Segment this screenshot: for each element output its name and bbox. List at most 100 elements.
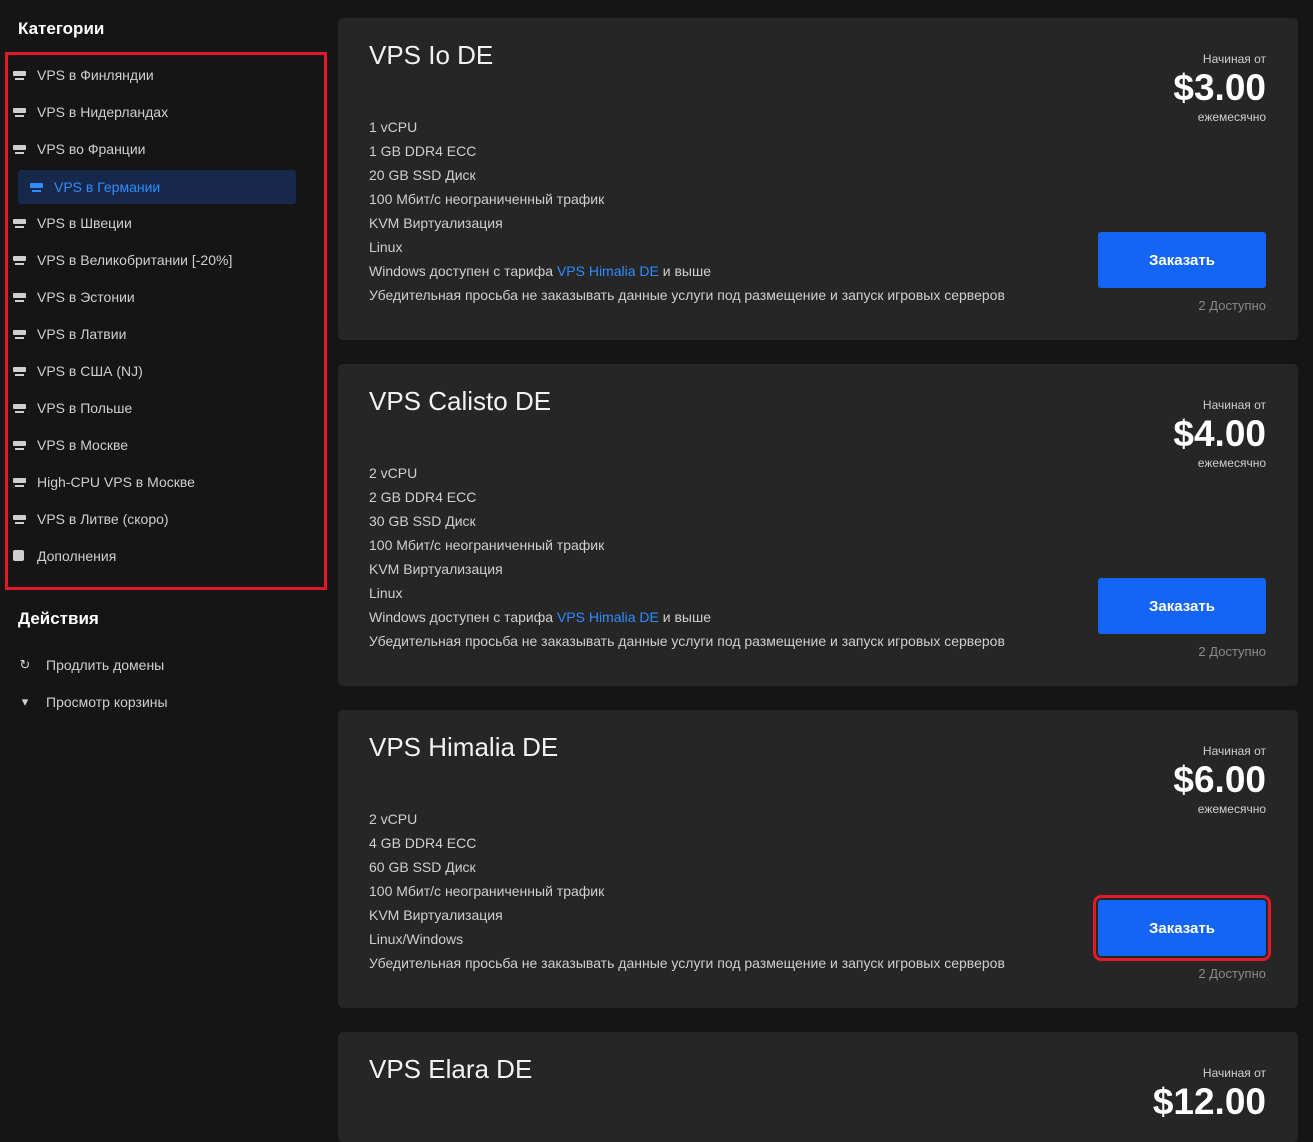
sidebar-item-germany[interactable]: VPS в Германии [18,170,296,204]
box-icon [13,548,27,564]
product-card: VPS Calisto DE 2 vCPU 2 GB DDR4 ECC 30 G… [338,364,1298,686]
product-title: VPS Himalia DE [369,732,559,762]
product-card: VPS Himalia DE 2 vCPU 4 GB DDR4 ECC 60 G… [338,710,1298,1008]
sidebar-item-finland[interactable]: VPS в Финляндии [13,58,291,92]
feature-item: Linux [369,585,403,601]
availability-label: 2 Доступно [1198,644,1266,659]
sidebar-item-label: VPS в Эстонии [37,289,135,305]
sidebar-item-moscow[interactable]: VPS в Москве [13,428,291,462]
product-title: VPS Calisto DE [369,386,552,416]
order-button[interactable]: Заказать [1098,232,1266,288]
feature-note: Убедительная просьба не заказывать данны… [369,287,1005,303]
sidebar-item-uk[interactable]: VPS в Великобритании [-20%] [13,243,291,277]
feature-item: 2 GB DDR4 ECC [369,489,477,505]
product-card: VPS Io DE 1 vCPU 1 GB DDR4 ECC 20 GB SSD… [338,18,1298,340]
feature-note: Убедительная просьба не заказывать данны… [369,955,1005,971]
product-features: 2 vCPU 2 GB DDR4 ECC 30 GB SSD Диск 100 … [369,461,1005,653]
sidebar-item-usa[interactable]: VPS в США (NJ) [13,354,291,388]
server-icon [13,326,27,342]
price-from-label: Начиная от [1202,1066,1266,1080]
price-from-label: Начиная от [1202,398,1266,412]
order-button[interactable]: Заказать [1093,895,1271,961]
cart-icon: ▾ [21,694,29,709]
server-icon [13,67,27,83]
windows-tariff-link[interactable]: VPS Himalia DE [557,263,659,279]
price-box: Начиная от $6.00 ежемесячно [1173,743,1266,817]
server-icon [13,474,27,490]
order-button[interactable]: Заказать [1098,578,1266,634]
sidebar-item-label: Дополнения [37,548,117,564]
price-period: ежемесячно [1197,110,1266,124]
price-box: Начиная от $3.00 ежемесячно [1173,51,1266,125]
feature-note: Убедительная просьба не заказывать данны… [369,633,1005,649]
product-features: 1 vCPU 1 GB DDR4 ECC 20 GB SSD Диск 100 … [369,115,1005,307]
availability-label: 2 Доступно [1198,298,1266,313]
sidebar-item-netherlands[interactable]: VPS в Нидерландах [13,95,291,129]
price-period: ежемесячно [1197,456,1266,470]
price-period: ежемесячно [1197,802,1266,816]
feature-item: Linux/Windows [369,931,464,947]
sidebar-item-label: VPS в Великобритании [-20%] [37,252,233,268]
sidebar-item-latvia[interactable]: VPS в Латвии [13,317,291,351]
price-value: $6.00 [1173,759,1266,800]
availability-label: 2 Доступно [1198,966,1266,981]
sidebar-item-highcpu-moscow[interactable]: High-CPU VPS в Москве [13,465,291,499]
action-label: Просмотр корзины [46,694,168,710]
feature-item: 100 Мбит/с неограниченный трафик [369,537,605,553]
windows-tariff-link[interactable]: VPS Himalia DE [557,609,659,625]
server-icon [13,363,27,379]
feature-item: 2 vCPU [369,811,418,827]
feature-item: 30 GB SSD Диск [369,513,476,529]
feature-item: KVM Виртуализация [369,215,503,231]
sidebar: Категории VPS в Финляндии VPS в Нидерлан… [0,0,330,1131]
server-icon [13,437,27,453]
sidebar-item-label: VPS в Литве (скоро) [37,511,169,527]
feature-item-windows: Windows доступен с тарифа VPS Himalia DE… [369,609,711,625]
sidebar-item-label: High-CPU VPS в Москве [37,474,195,490]
product-card: VPS Elara DE Начиная от $12.00 [338,1032,1298,1142]
feature-item: 1 GB DDR4 ECC [369,143,477,159]
feature-item: 20 GB SSD Диск [369,167,476,183]
product-title: VPS Elara DE [369,1054,533,1084]
server-icon [13,215,27,231]
price-box: Начиная от $12.00 [1153,1065,1266,1123]
server-icon [13,104,27,120]
server-icon [30,179,44,195]
price-from-label: Начиная от [1202,744,1266,758]
sidebar-item-estonia[interactable]: VPS в Эстонии [13,280,291,314]
sidebar-item-poland[interactable]: VPS в Польше [13,391,291,425]
actions-title: Действия [18,609,99,628]
feature-item: KVM Виртуализация [369,561,503,577]
sidebar-item-lithuania[interactable]: VPS в Литве (скоро) [13,502,291,536]
feature-item: 2 vCPU [369,465,418,481]
price-from-label: Начиная от [1202,52,1266,66]
sidebar-item-sweden[interactable]: VPS в Швеции [13,206,291,240]
price-box: Начиная от $4.00 ежемесячно [1173,397,1266,471]
sidebar-item-label: VPS в США (NJ) [37,363,143,379]
sidebar-item-label: VPS в Латвии [37,326,127,342]
sidebar-item-addons[interactable]: Дополнения [13,539,291,573]
feature-item: 60 GB SSD Диск [369,859,476,875]
server-icon [13,141,27,157]
view-cart-link[interactable]: ▾ Просмотр корзины [18,687,168,717]
feature-item-windows: Windows доступен с тарифа VPS Himalia DE… [369,263,711,279]
categories-title: Категории [18,19,105,38]
renew-domains-link[interactable]: ↻ Продлить домены [18,650,165,680]
feature-item: 100 Мбит/с неограниченный трафик [369,191,605,207]
price-value: $3.00 [1173,67,1266,108]
price-value: $12.00 [1152,1081,1266,1122]
feature-item: 100 Мбит/с неограниченный трафик [369,883,605,899]
feature-item: 4 GB DDR4 ECC [369,835,477,851]
feature-item: 1 vCPU [369,119,418,135]
server-icon [13,289,27,305]
feature-item: KVM Виртуализация [369,907,503,923]
sidebar-item-label: VPS в Москве [37,437,129,453]
sidebar-item-label: VPS во Франции [37,141,146,157]
sidebar-item-label: VPS в Нидерландах [37,104,169,120]
server-icon [13,511,27,527]
product-features: 2 vCPU 4 GB DDR4 ECC 60 GB SSD Диск 100 … [369,807,1005,975]
server-icon [13,400,27,416]
sidebar-item-label: VPS в Польше [37,400,133,416]
sidebar-item-france[interactable]: VPS во Франции [13,132,291,166]
feature-item: Linux [369,239,403,255]
